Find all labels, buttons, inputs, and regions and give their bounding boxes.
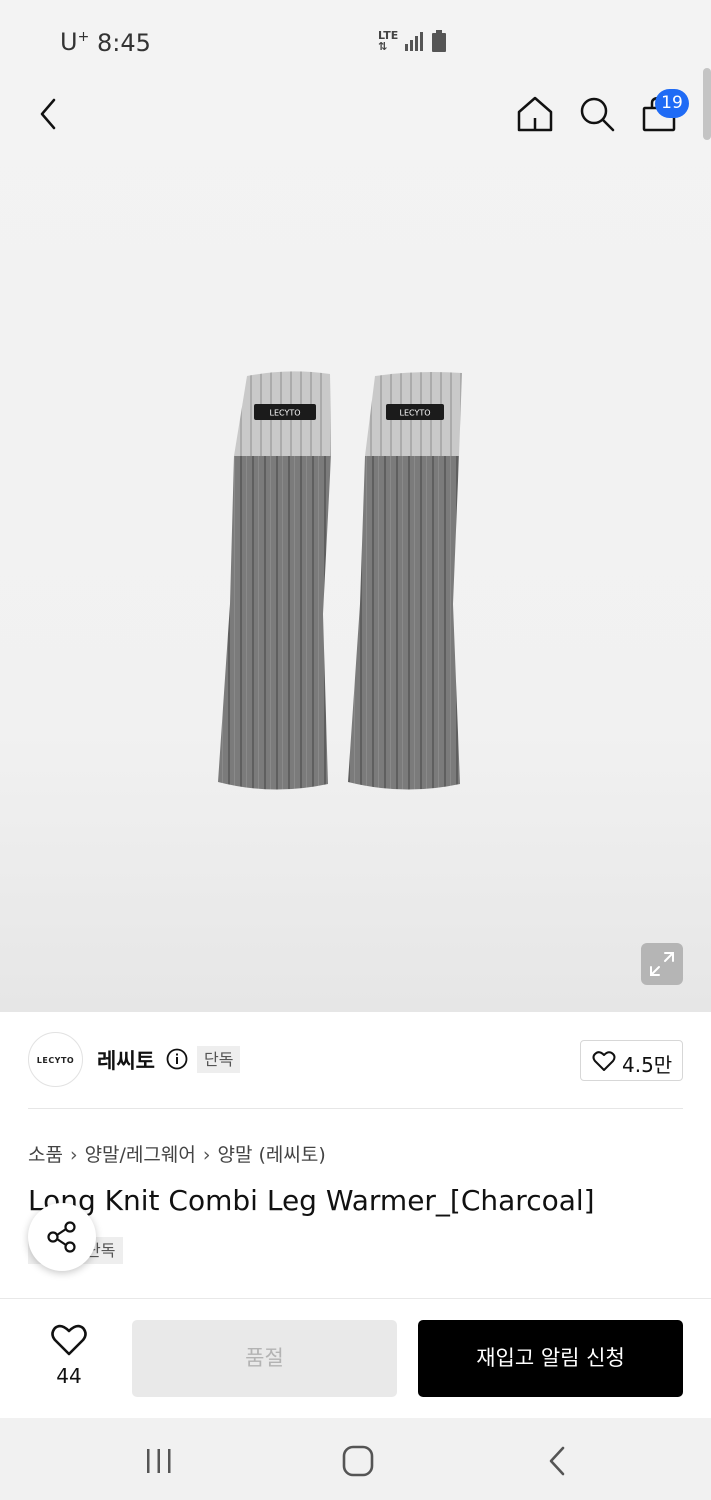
scrollbar[interactable] — [703, 68, 711, 140]
share-icon — [47, 1221, 76, 1253]
share-button[interactable] — [28, 1203, 96, 1271]
status-bar: U+ 8:45 LTE ⇅ — [0, 0, 711, 84]
system-home-icon[interactable] — [341, 1444, 375, 1478]
breadcrumb-item-subcategory[interactable]: 양말/레그웨어 — [85, 1144, 196, 1166]
breadcrumb: 소품 › 양말/레그웨어 › 양말 (레씨토) — [28, 1140, 326, 1167]
exclusive-badge: 단독 — [197, 1046, 241, 1073]
product-detail-screen: U+ 8:45 LTE ⇅ LECYTO LECYTO 19 LECYTO 레씨… — [0, 0, 711, 1500]
svg-text:LECYTO: LECYTO — [269, 409, 300, 418]
brand-like-button[interactable]: 4.5만 — [580, 1040, 683, 1081]
chevron-right-icon: › — [202, 1144, 211, 1166]
cart-count-badge: 19 — [655, 89, 689, 118]
breadcrumb-item-category[interactable]: 소품 — [28, 1144, 63, 1166]
wish-count: 44 — [56, 1364, 82, 1388]
soldout-button[interactable]: 품절 — [132, 1320, 397, 1397]
expand-icon — [650, 952, 674, 976]
system-back-icon[interactable] — [543, 1444, 573, 1478]
heart-icon — [592, 1051, 616, 1071]
search-icon[interactable] — [576, 92, 618, 136]
brand-like-count: 4.5만 — [622, 1053, 673, 1077]
lte-icon: LTE ⇅ — [378, 29, 399, 53]
info-icon[interactable] — [166, 1048, 188, 1070]
heart-icon[interactable] — [50, 1323, 88, 1357]
signal-icon — [405, 32, 423, 51]
divider — [28, 1108, 683, 1109]
product-title: Long Knit Combi Leg Warmer_[Charcoal] — [28, 1184, 595, 1217]
chevron-right-icon: › — [69, 1144, 78, 1166]
expand-image-button[interactable] — [641, 943, 683, 985]
breadcrumb-item-brand-category[interactable]: 양말 (레씨토) — [217, 1144, 325, 1166]
brand-logo[interactable]: LECYTO — [28, 1032, 83, 1087]
home-icon[interactable] — [514, 92, 556, 136]
carrier-label: U+ — [60, 28, 90, 56]
product-image[interactable]: LECYTO LECYTO — [0, 84, 711, 1012]
restock-alert-button[interactable]: 재입고 알림 신청 — [418, 1320, 683, 1397]
brand-name[interactable]: 레씨토 — [97, 1045, 155, 1075]
clock: 8:45 — [97, 29, 151, 57]
recent-apps-icon[interactable] — [143, 1446, 175, 1476]
battery-icon — [432, 30, 446, 52]
svg-text:LECYTO: LECYTO — [399, 409, 430, 418]
leg-warmers-illustration: LECYTO LECYTO — [218, 371, 462, 790]
back-icon[interactable] — [30, 92, 70, 136]
